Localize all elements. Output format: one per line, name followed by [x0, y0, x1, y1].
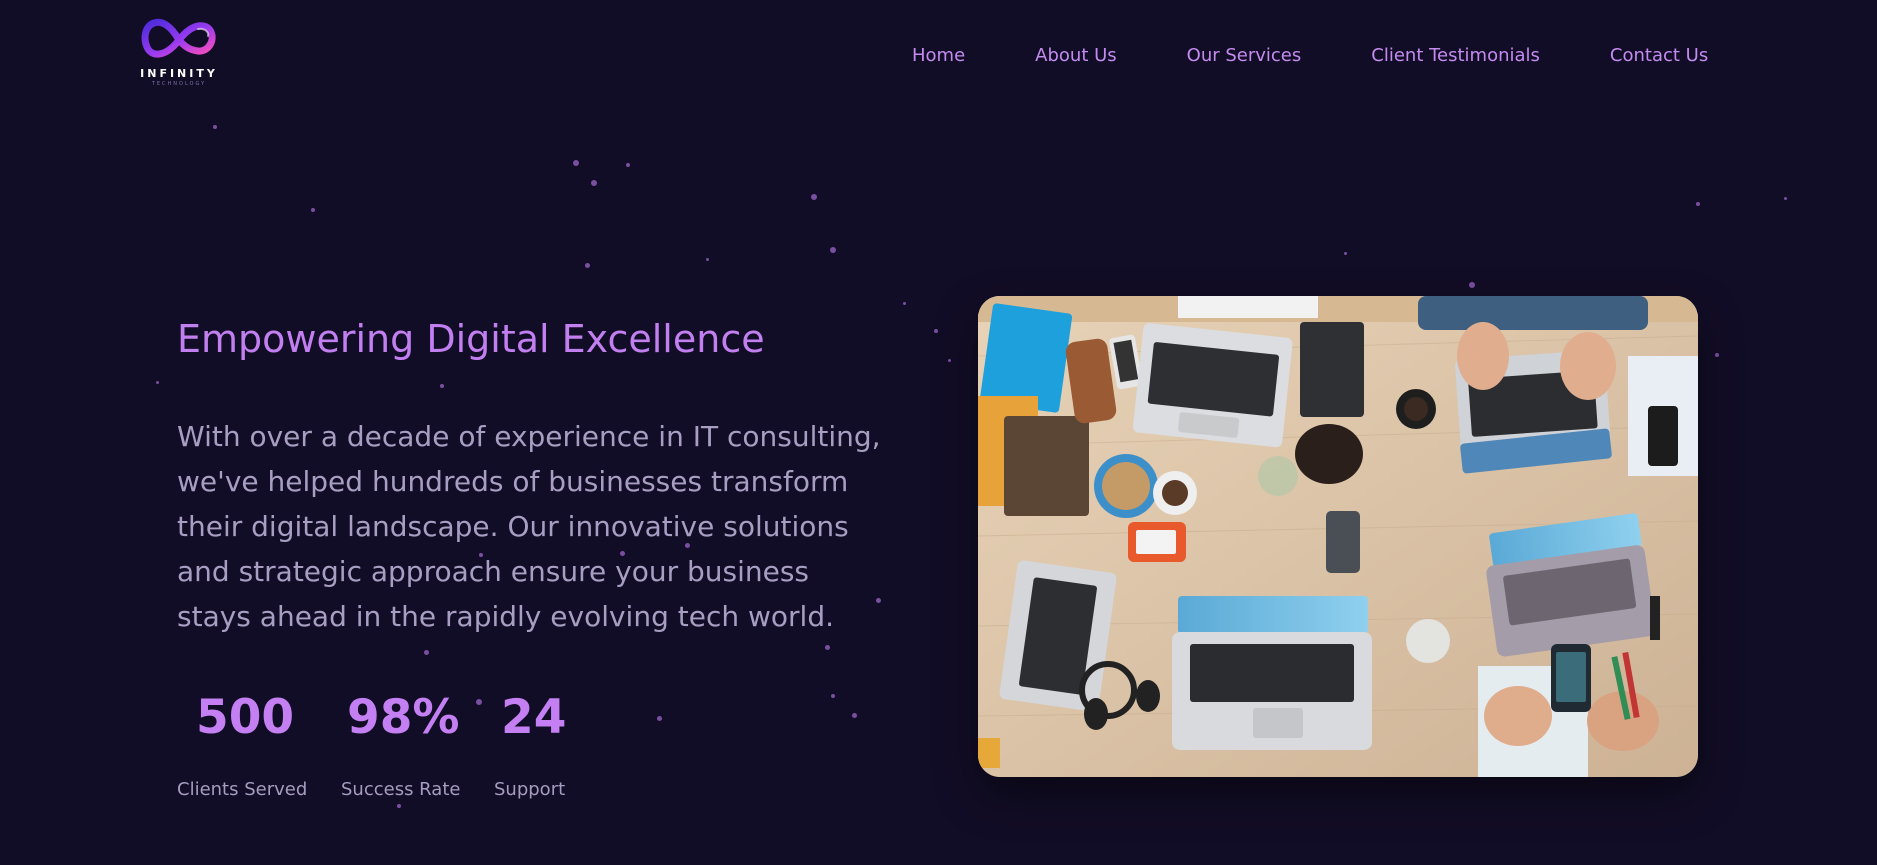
particle	[1344, 252, 1347, 255]
stat-value-clients: 500	[196, 690, 295, 745]
particle	[626, 163, 630, 167]
hero-image	[978, 296, 1698, 777]
particle	[657, 716, 662, 721]
stat-label-success: Success Rate	[341, 779, 461, 800]
particle	[424, 650, 429, 655]
particle	[1784, 197, 1787, 200]
stat-value-success: 98%	[347, 690, 460, 745]
particle	[830, 247, 836, 253]
nav-link-services[interactable]: Our Services	[1187, 45, 1302, 66]
nav-link-about[interactable]: About Us	[1035, 45, 1117, 66]
nav-link-contact[interactable]: Contact Us	[1610, 45, 1708, 66]
particle	[1469, 282, 1475, 288]
particle	[852, 713, 857, 718]
particle	[476, 699, 482, 705]
hero-title: Empowering Digital Excellence	[177, 317, 765, 361]
particle	[440, 384, 444, 388]
particle	[934, 329, 938, 333]
particle	[397, 804, 401, 808]
stat-value-support: 24	[501, 690, 567, 745]
particle	[585, 263, 590, 268]
particle	[573, 160, 579, 166]
brand-logo[interactable]: INFINITY TECHNOLOGY	[136, 14, 222, 94]
particle	[831, 694, 835, 698]
nav-link-testimonials[interactable]: Client Testimonials	[1371, 45, 1540, 66]
particle	[1715, 353, 1719, 357]
particle	[706, 258, 709, 261]
brand-name: INFINITY	[140, 67, 218, 80]
hero-description: With over a decade of experience in IT c…	[177, 420, 881, 633]
particle	[825, 645, 830, 650]
main-nav: Home About Us Our Services Client Testim…	[912, 45, 1708, 66]
stat-label-clients: Clients Served	[177, 779, 308, 800]
particle	[948, 359, 951, 362]
particle	[213, 125, 217, 129]
particle	[1696, 202, 1700, 206]
nav-link-home[interactable]: Home	[912, 45, 965, 66]
particle	[311, 208, 315, 212]
brand-tagline: TECHNOLOGY	[151, 81, 207, 87]
infinity-icon	[141, 18, 216, 58]
particle	[591, 180, 597, 186]
particle	[156, 381, 159, 384]
stat-label-support: Support	[494, 779, 566, 800]
particle	[903, 302, 906, 305]
particle	[811, 194, 817, 200]
